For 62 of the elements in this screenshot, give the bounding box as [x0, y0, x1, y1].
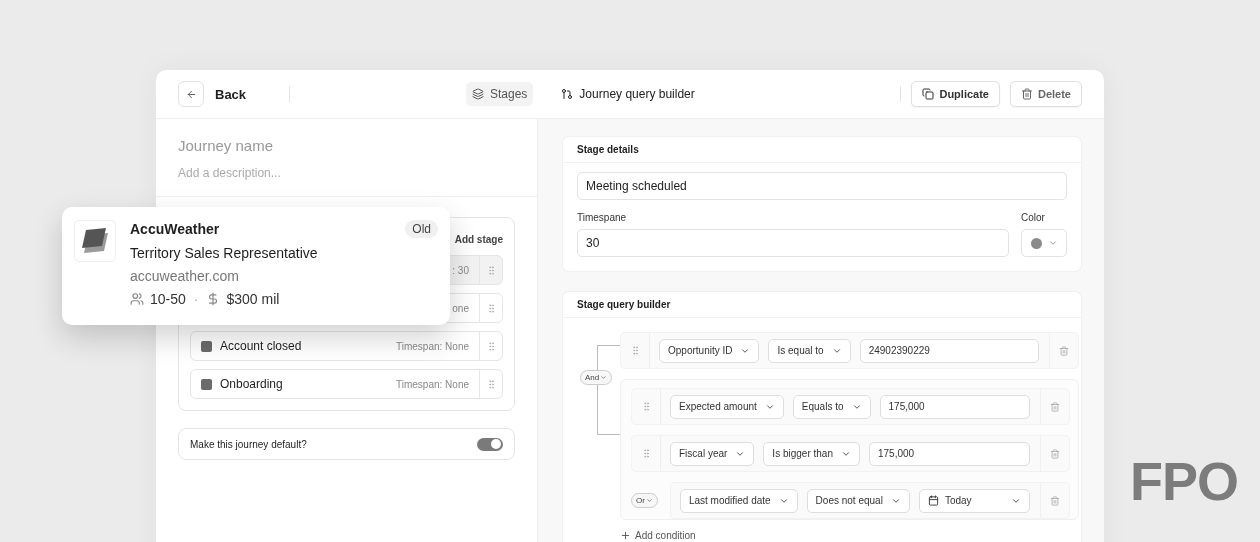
field-select[interactable]: Opportunity ID: [659, 338, 760, 363]
fpo-mark: FPO: [1130, 450, 1238, 512]
card-title: Stage query builder: [563, 292, 1081, 318]
tab[interactable]: Journey query builder: [555, 82, 701, 106]
arrow-left-icon: [185, 88, 197, 100]
toggle-switch[interactable]: [477, 437, 503, 451]
back-button[interactable]: [178, 81, 204, 107]
branch-icon: [561, 88, 574, 100]
timespan-field[interactable]: 30: [577, 229, 1009, 257]
separator-dot: ·: [193, 291, 199, 307]
field-select[interactable]: Last modified date: [679, 488, 798, 513]
delete-button[interactable]: Delete: [1009, 81, 1082, 107]
value-field[interactable]: 24902390229: [859, 338, 1039, 363]
operator-select[interactable]: Does not equal: [806, 488, 910, 513]
color-dot: [1030, 237, 1042, 249]
job-title: Territory Sales Representative: [130, 245, 319, 261]
value-field[interactable]: 175,000: [879, 394, 1030, 419]
company-name: AccuWeather: [130, 221, 220, 237]
value-field[interactable]: 175,000: [868, 441, 1030, 466]
operator-select[interactable]: Is bigger than: [763, 441, 860, 466]
stage-color-icon: [201, 340, 212, 352]
layers-icon: [472, 88, 484, 100]
calendar-icon: [927, 495, 939, 506]
field-label: Timespane: [577, 212, 628, 223]
stage-color-icon: [201, 378, 212, 390]
stage-name: Account closed: [220, 339, 303, 353]
add-stage-button[interactable]: Add stage: [454, 234, 503, 245]
stage-timespan: Timespan: None: [396, 340, 469, 352]
stage-name-field[interactable]: Meeting scheduled: [577, 172, 1067, 200]
employee-count: 10-50: [150, 291, 186, 307]
revenue: $300 mil: [226, 291, 280, 307]
chevron-down-icon: [645, 497, 653, 504]
company-logo-icon: [74, 220, 116, 262]
operator-select[interactable]: Is equal to: [768, 338, 851, 363]
stage-row[interactable]: Account closed Timespan: None: [190, 331, 503, 361]
field-select[interactable]: Fiscal year: [670, 441, 755, 466]
duplicate-button[interactable]: Duplicate: [911, 81, 1000, 107]
trash-icon: [1020, 88, 1033, 100]
chevron-down-icon: [1047, 238, 1058, 248]
copy-icon: [922, 88, 935, 100]
add-condition-link[interactable]: Add condition: [620, 530, 696, 541]
field-select[interactable]: Expected amount: [670, 394, 784, 419]
back-label[interactable]: Back: [215, 86, 247, 102]
stage-timespan: one: [452, 302, 469, 314]
people-icon: [130, 292, 144, 306]
toggle-label: Make this journey default?: [190, 438, 307, 450]
color-select[interactable]: [1021, 229, 1067, 257]
stage-name: Onboarding: [220, 377, 284, 391]
card-title: Stage details: [563, 137, 1081, 163]
company-domain: accuweather.com: [130, 268, 240, 284]
operator-select[interactable]: Equals to: [792, 394, 871, 419]
plus-icon: [620, 530, 631, 541]
stage-row[interactable]: Onboarding Timespan: None: [190, 369, 503, 399]
stage-timespan: Timespan: None: [396, 378, 469, 390]
date-select[interactable]: Today: [918, 488, 1030, 513]
operator-pill[interactable]: Or: [631, 493, 658, 508]
tab[interactable]: Stages: [466, 82, 534, 106]
operator-pill[interactable]: And: [580, 370, 613, 385]
status-badge: Old: [405, 220, 438, 238]
field-label: Color: [1021, 212, 1046, 223]
stage-timespan: : 30: [452, 264, 469, 276]
chevron-down-icon: [600, 374, 608, 381]
